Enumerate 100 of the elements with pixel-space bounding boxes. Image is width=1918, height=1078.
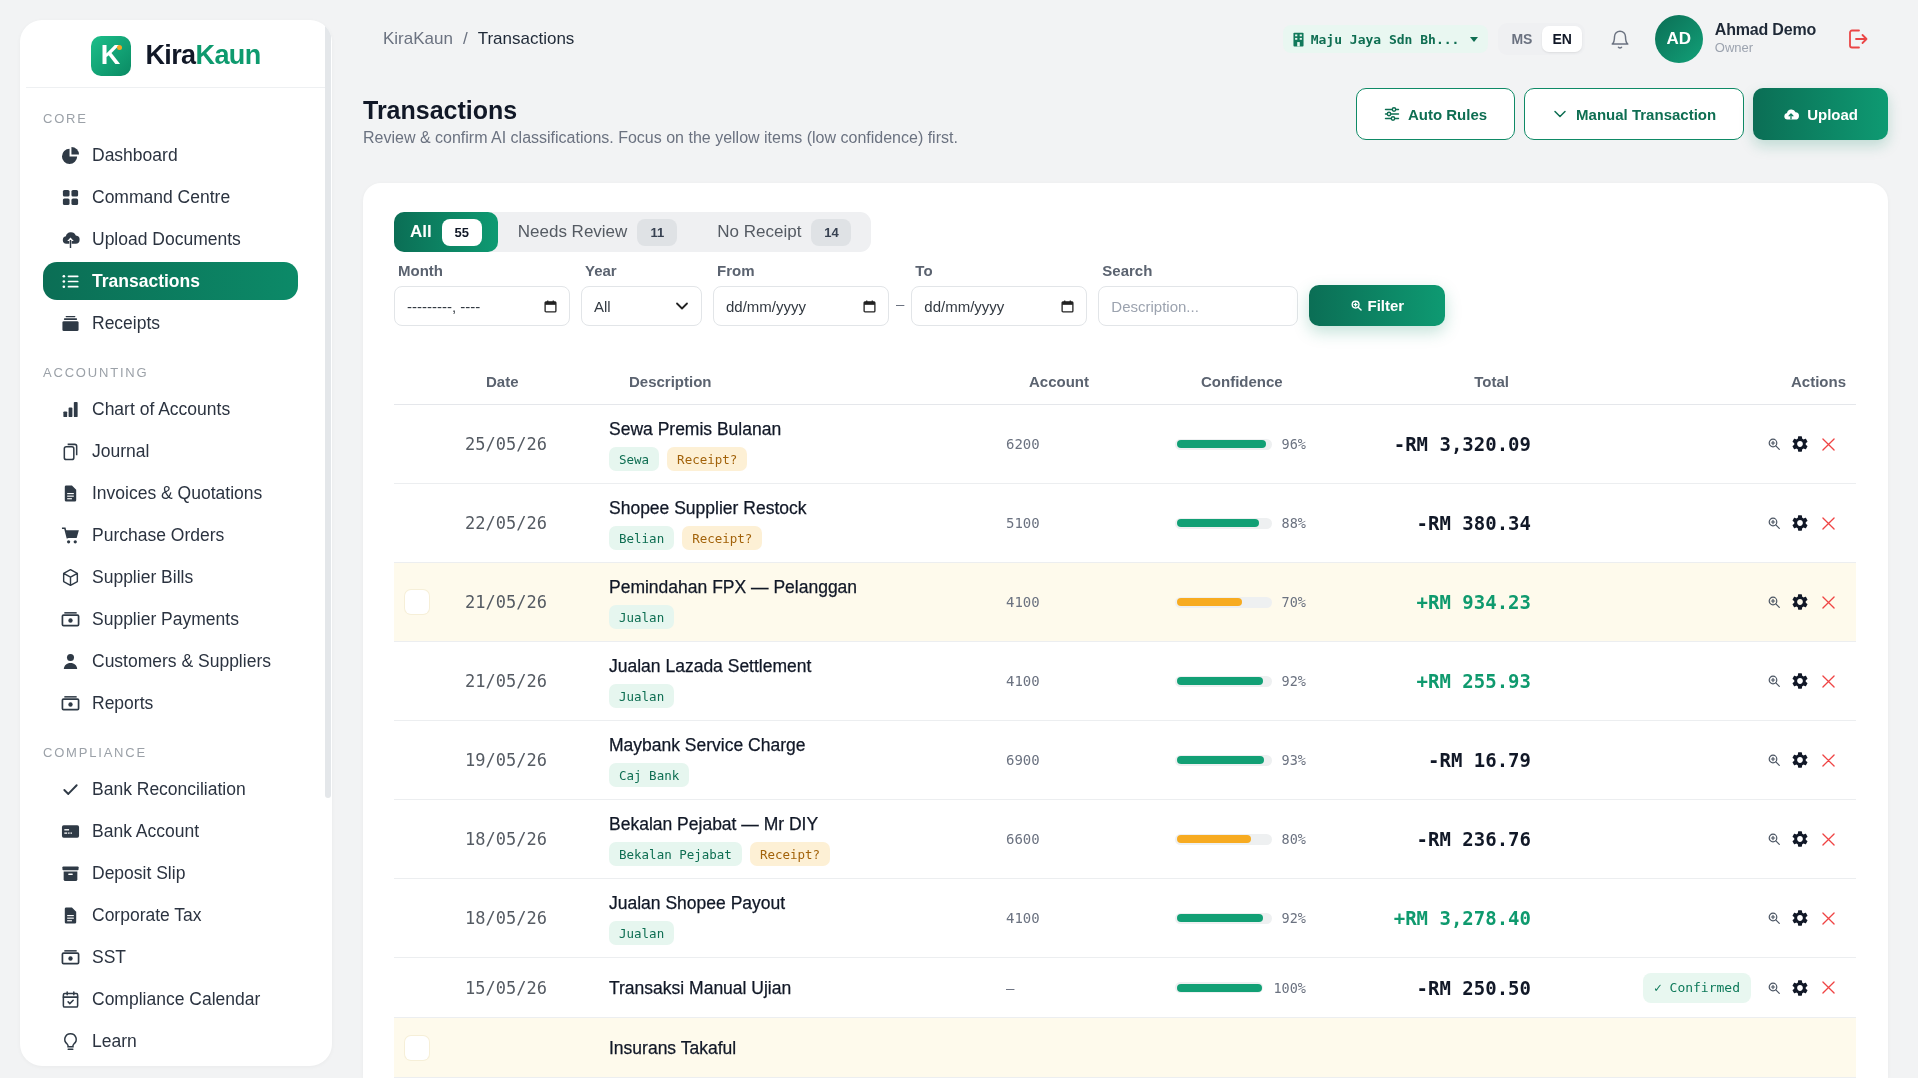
sidebar-item[interactable]: Bank Account [43, 812, 298, 850]
pie-chart-icon [61, 145, 80, 165]
sidebar-item[interactable]: Chart of Accounts [43, 390, 298, 428]
close-icon[interactable] [1822, 832, 1835, 846]
sidebar-item[interactable]: Learn [43, 1022, 298, 1060]
transaction-description: Maybank Service Charge [609, 734, 806, 756]
zoom-in-icon[interactable] [1768, 833, 1780, 845]
zoom-in-icon[interactable] [1768, 596, 1780, 608]
column-header: Date [486, 372, 519, 390]
category-tag: Jualan [609, 921, 675, 945]
status-tag: ✓ Confirmed [1642, 972, 1751, 1003]
settings-icon[interactable] [1792, 752, 1808, 768]
close-icon[interactable] [1822, 911, 1835, 925]
settings-icon[interactable] [1792, 910, 1808, 926]
language-option[interactable]: MS [1501, 26, 1543, 52]
close-icon[interactable] [1822, 753, 1835, 767]
sidebar-item[interactable]: Command Centre [43, 178, 298, 216]
settings-icon[interactable] [1792, 594, 1808, 610]
settings-icon[interactable] [1792, 979, 1808, 996]
settings-icon[interactable] [1792, 515, 1808, 531]
calendar-check-icon [61, 989, 80, 1009]
filter-button[interactable]: Filter [1309, 285, 1446, 326]
page-title: Transactions [363, 95, 519, 125]
sidebar-item[interactable]: Upload Documents [43, 220, 298, 258]
calendar-icon[interactable] [863, 299, 876, 313]
sidebar-item[interactable]: Reports [43, 684, 298, 722]
transaction-description: Shopee Supplier Restock [609, 497, 807, 519]
close-icon[interactable] [1822, 595, 1835, 609]
settings-icon[interactable] [1792, 673, 1808, 689]
user-avatar[interactable]: AD [1654, 15, 1703, 63]
manual-transaction-button[interactable]: Manual Transaction [1524, 88, 1745, 140]
field-label: From [716, 262, 756, 280]
sidebar-item[interactable]: SST [43, 938, 298, 976]
transaction-total: -RM 380.34 [1416, 512, 1531, 534]
upload-button[interactable]: Upload [1753, 88, 1888, 140]
zoom-in-icon[interactable] [1768, 675, 1780, 687]
close-icon[interactable] [1822, 674, 1835, 688]
bar-chart-icon [61, 399, 80, 419]
banknote-icon [61, 609, 80, 629]
account-code: 4100 [1006, 673, 1040, 689]
date-field[interactable]: ---------, ---- [394, 286, 570, 326]
logout-icon[interactable] [1846, 27, 1870, 51]
settings-icon[interactable] [1792, 831, 1808, 847]
account-code: 5100 [1006, 515, 1040, 531]
section-heading: CORE [43, 111, 89, 127]
close-icon[interactable] [1822, 981, 1835, 994]
row-checkbox[interactable] [405, 1035, 429, 1060]
date-field[interactable]: dd/mm/yyyy [911, 286, 1088, 326]
transaction-date: 22/05/26 [465, 513, 547, 533]
zoom-in-icon[interactable] [1768, 438, 1780, 450]
sidebar-item[interactable]: Supplier Bills [43, 558, 298, 596]
sidebar-item[interactable]: Receipts [43, 304, 298, 342]
sidebar-item[interactable]: Corporate Tax [43, 896, 298, 934]
category-tag: Belian [609, 526, 675, 550]
transaction-date: 21/05/26 [465, 671, 547, 691]
pages-icon [61, 441, 80, 461]
close-icon[interactable] [1822, 437, 1835, 451]
logo-mark: K [91, 35, 132, 76]
transaction-description: Sewa Premis Bulanan [609, 418, 782, 440]
zoom-in-icon[interactable] [1768, 754, 1780, 766]
sidebar-item[interactable]: Transactions [43, 262, 298, 300]
tab-count: 14 [811, 218, 852, 246]
close-icon[interactable] [1822, 516, 1835, 530]
row-checkbox[interactable] [405, 590, 429, 614]
person-icon [61, 651, 80, 671]
language-option[interactable]: EN [1542, 26, 1582, 52]
auto-rules-button[interactable]: Auto Rules [1355, 88, 1516, 140]
sidebar-item[interactable]: Purchase Orders [43, 516, 298, 554]
zoom-in-icon[interactable] [1768, 912, 1780, 924]
field-label: To [914, 262, 934, 280]
sidebar-item[interactable]: Invoices & Quotations [43, 474, 298, 512]
field-label: Month [397, 262, 444, 280]
zoom-in-icon[interactable] [1768, 517, 1780, 529]
cloud-upload-icon [61, 229, 80, 249]
sidebar-item[interactable]: Compliance Calendar [43, 980, 298, 1018]
tab[interactable]: No Receipt 14 [697, 212, 872, 252]
confidence-percent: 100% [1273, 979, 1306, 996]
sidebar-item[interactable]: Bank Reconciliation [43, 770, 298, 808]
date-field[interactable]: dd/mm/yyyy [713, 286, 889, 326]
banknote-icon [61, 947, 80, 967]
calendar-icon[interactable] [1061, 299, 1075, 313]
sidebar-item[interactable]: Dashboard [43, 136, 298, 174]
sidebar-item[interactable]: Deposit Slip [43, 854, 298, 892]
sidebar-item[interactable]: Journal [43, 432, 298, 470]
zoom-in-icon[interactable] [1768, 981, 1780, 994]
user-name: Ahmad Demo [1714, 21, 1816, 39]
company-selector[interactable]: Maju Jaya Sdn Bh... [1282, 25, 1489, 53]
tab[interactable]: Needs Review 11 [497, 212, 698, 252]
confidence-percent: 92% [1281, 910, 1306, 926]
breadcrumb-link[interactable]: KiraKaun [383, 29, 453, 49]
transaction-description: Pemindahan FPX — Pelanggan [609, 576, 858, 598]
sidebar-item[interactable]: Supplier Payments [43, 600, 298, 638]
category-tag: Caj Bank [609, 763, 690, 787]
tab[interactable]: All 55 [394, 212, 498, 252]
calendar-icon[interactable] [544, 299, 557, 313]
sidebar-item[interactable]: Customers & Suppliers [43, 642, 298, 680]
confidence-percent: 93% [1281, 752, 1306, 768]
search-field[interactable]: Description... [1098, 286, 1299, 326]
settings-icon[interactable] [1792, 436, 1808, 452]
year-select[interactable]: All [581, 286, 702, 326]
